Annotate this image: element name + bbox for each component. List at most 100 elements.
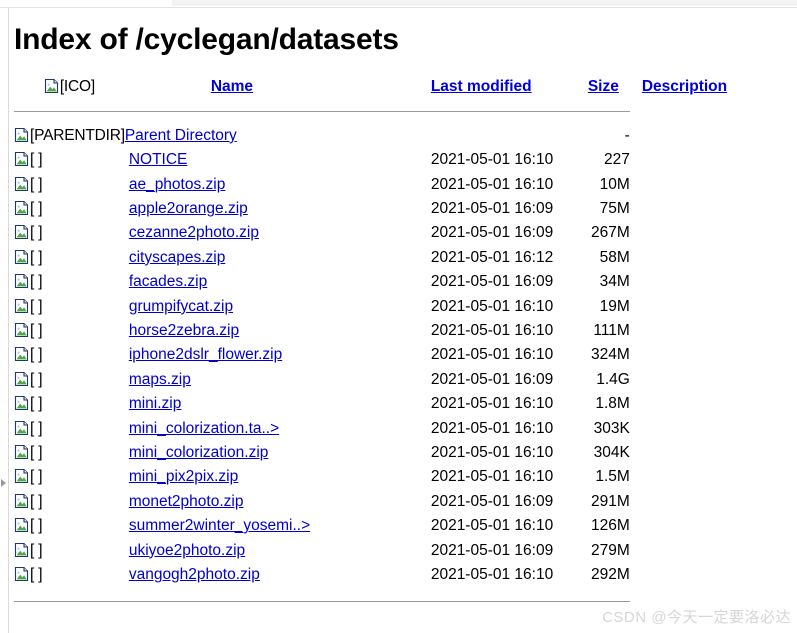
scroll-marker-arrow[interactable]	[1, 479, 7, 488]
broken-image-icon	[14, 224, 30, 240]
broken-image-icon	[14, 273, 30, 289]
sort-by-name-link[interactable]: Name	[211, 78, 253, 95]
row-size-cell: 10M	[599, 175, 630, 193]
file-link[interactable]: ae_photos.zip	[129, 176, 226, 193]
row-icon-cell: [ ]	[14, 246, 125, 270]
table-row: [ ] maps.zip 2021-05-01 16:09 1.4G	[14, 368, 762, 392]
row-name-cell: NOTICE	[125, 148, 418, 172]
row-description-cell	[634, 465, 762, 489]
row-last-modified-cell: 2021-05-01 16:12	[430, 248, 554, 266]
file-link[interactable]: mini_pix2pix.zip	[129, 468, 238, 485]
row-name-cell: mini.zip	[125, 392, 418, 416]
row-icon-cell: [ ]	[14, 539, 125, 563]
row-name-cell: mini_colorization.ta..>	[125, 417, 418, 441]
file-link[interactable]: monet2photo.zip	[129, 493, 244, 510]
row-last-modified-cell	[418, 124, 582, 148]
file-link[interactable]: grumpifycat.zip	[129, 298, 233, 315]
row-icon-cell: [ ]	[14, 514, 125, 538]
column-header-last-modified: Last modified	[418, 75, 582, 99]
file-link[interactable]: iphone2dslr_flower.zip	[129, 346, 282, 363]
row-icon-cell: [ ]	[14, 417, 125, 441]
file-link[interactable]: maps.zip	[129, 371, 191, 388]
column-header-size: Size	[582, 75, 634, 99]
row-description-cell	[634, 197, 762, 221]
file-link[interactable]: mini.zip	[129, 395, 182, 412]
file-link[interactable]: mini_colorization.ta..>	[129, 420, 279, 437]
parent-directory-link[interactable]: Parent Directory	[125, 127, 237, 144]
row-icon-alt-text: [ ]	[30, 517, 43, 535]
row-description-cell	[634, 539, 762, 563]
row-size-cell: 111M	[593, 322, 630, 340]
row-description-cell	[634, 319, 762, 343]
file-link[interactable]: cityscapes.zip	[129, 249, 225, 266]
broken-image-icon	[14, 176, 30, 192]
row-icon-alt-text: [ ]	[30, 566, 43, 584]
row-icon-cell: [ ]	[14, 173, 125, 197]
row-icon-alt-text: [ ]	[30, 492, 43, 510]
broken-image-icon	[14, 566, 30, 582]
row-name-cell: cityscapes.zip	[125, 246, 418, 270]
directory-index-page: Index of /cyclegan/datasets [ICO] Name L…	[14, 8, 784, 612]
sort-by-size-link[interactable]: Size	[588, 78, 619, 95]
row-last-modified-cell: 2021-05-01 16:10	[430, 468, 554, 486]
row-icon-alt-text: [ ]	[30, 248, 43, 266]
row-size-cell: 1.5M	[595, 468, 630, 486]
row-last-modified-cell: 2021-05-01 16:09	[430, 370, 554, 388]
row-size-cell: 279M	[591, 541, 630, 559]
column-header-icon-alt: [ICO]	[59, 78, 95, 95]
file-link[interactable]: facades.zip	[129, 273, 207, 290]
row-description-cell	[634, 221, 762, 245]
file-link[interactable]: horse2zebra.zip	[129, 322, 239, 339]
row-icon-cell: [ ]	[14, 197, 125, 221]
broken-image-icon	[14, 298, 30, 314]
broken-image-icon	[44, 78, 60, 94]
file-link[interactable]: mini_colorization.zip	[129, 444, 269, 461]
sort-by-description-link[interactable]: Description	[642, 78, 727, 95]
table-row: [ ] apple2orange.zip 2021-05-01 16:09 75M	[14, 197, 762, 221]
row-description-cell	[634, 148, 762, 172]
row-description-cell	[634, 490, 762, 514]
horizontal-rule-bottom	[14, 601, 630, 603]
file-link[interactable]: apple2orange.zip	[129, 200, 248, 217]
page-title: Index of /cyclegan/datasets	[14, 23, 399, 56]
sort-by-date-link[interactable]: Last modified	[431, 78, 532, 95]
horizontal-rule-top	[14, 111, 630, 113]
broken-image-icon	[14, 151, 30, 167]
parent-directory-row: [PARENTDIR] Parent Directory -	[14, 124, 762, 148]
column-header-icon: [ICO]	[14, 75, 125, 99]
file-link[interactable]: summer2winter_yosemi..>	[129, 517, 310, 534]
row-icon-cell: [ ]	[14, 392, 125, 416]
row-icon-alt-text: [ ]	[30, 419, 43, 437]
row-description-cell	[634, 392, 762, 416]
row-last-modified-cell: 2021-05-01 16:09	[430, 273, 554, 291]
csdn-watermark: CSDN @今天一定要洛必达	[602, 609, 791, 626]
broken-image-icon	[14, 493, 30, 509]
row-name-cell: mini_colorization.zip	[125, 441, 418, 465]
row-description-cell	[634, 295, 762, 319]
table-row: [ ] ae_photos.zip 2021-05-01 16:10 10M	[14, 173, 762, 197]
file-link[interactable]: cezanne2photo.zip	[129, 224, 259, 241]
row-name-cell: facades.zip	[125, 270, 418, 294]
row-size-cell: 304K	[593, 444, 630, 462]
broken-image-icon	[14, 395, 30, 411]
table-row: [ ] summer2winter_yosemi..> 2021-05-01 16:…	[14, 514, 762, 538]
file-link[interactable]: vangogh2photo.zip	[129, 566, 260, 583]
row-description-cell	[634, 514, 762, 538]
broken-image-icon	[14, 249, 30, 265]
broken-image-icon	[14, 127, 30, 143]
row-last-modified-cell: 2021-05-01 16:10	[430, 322, 554, 340]
listing-header: [ICO] Name Last modified Size Descriptio…	[14, 75, 762, 124]
broken-image-icon	[14, 346, 30, 362]
header-rule-row	[14, 99, 762, 123]
file-link[interactable]: ukiyoe2photo.zip	[129, 542, 245, 559]
row-icon-cell: [ ]	[14, 295, 125, 319]
broken-image-icon	[14, 322, 30, 338]
table-row: [ ] cezanne2photo.zip 2021-05-01 16:09 267M	[14, 221, 762, 245]
table-row: [ ] horse2zebra.zip 2021-05-01 16:10 111M	[14, 319, 762, 343]
row-size-cell: 1.8M	[595, 395, 630, 413]
file-link[interactable]: NOTICE	[129, 151, 188, 168]
row-last-modified-cell: 2021-05-01 16:10	[430, 517, 554, 535]
table-row: [ ] grumpifycat.zip 2021-05-01 16:10 19M	[14, 295, 762, 319]
row-size-cell: 1.4G	[596, 370, 630, 388]
broken-image-icon	[14, 542, 30, 558]
